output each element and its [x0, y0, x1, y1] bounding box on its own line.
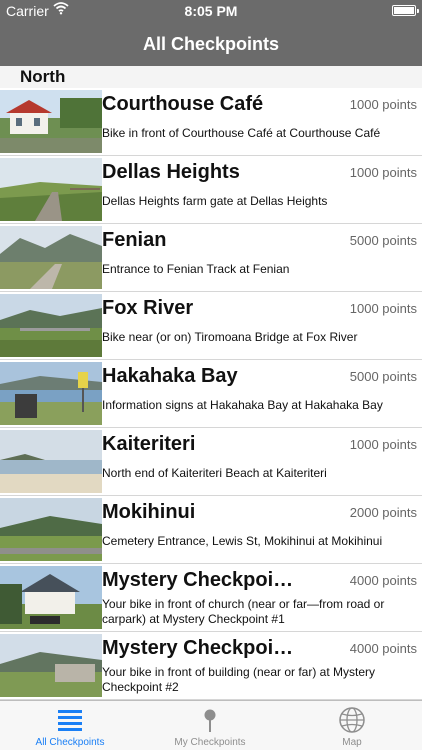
checkpoint-description: Bike near (or on) Tiromoana Bridge at Fo…: [102, 330, 358, 344]
section-header-north: North: [0, 66, 422, 88]
checkpoint-description: Information signs at Hakahaka Bay at Hak…: [102, 398, 383, 412]
checkpoint-points: 4000 points: [349, 641, 417, 656]
checkpoint-points: 4000 points: [349, 573, 417, 588]
checkpoint-description: Cemetery Entrance, Lewis St, Mokihinui a…: [102, 534, 383, 548]
checkpoint-points: 5000 points: [349, 369, 417, 384]
building-photo: [0, 634, 102, 697]
tab-label: All Checkpoints: [35, 737, 105, 748]
checkpoint-description: North end of Kaiteriteri Beach at Kaiter…: [102, 466, 327, 480]
checkpoint-row-fenian[interactable]: Fenian 5000 points Entrance to Fenian Tr…: [0, 224, 422, 292]
checkpoint-row-hakahaka-bay[interactable]: Hakahaka Bay 5000 points Information sig…: [0, 360, 422, 428]
checkpoint-title: Courthouse Café: [102, 93, 264, 115]
list-icon: [58, 710, 82, 731]
kaiteriteri-photo: [0, 430, 102, 493]
section-title: North: [20, 67, 66, 86]
checkpoint-title: Fenian: [102, 229, 167, 251]
checkpoint-row-fox-river[interactable]: Fox River 1000 points Bike near (or on) …: [0, 292, 422, 360]
checkpoint-description: Your bike in front of building (near or …: [102, 665, 376, 694]
checkpoint-row-mystery-1[interactable]: Mystery Checkpoint #1 4000 points Your b…: [0, 564, 422, 632]
checkpoint-title: Mystery Checkpoint #1: [102, 569, 302, 591]
checkpoint-title: Dellas Heights: [102, 161, 240, 183]
checkpoint-row-mystery-2[interactable]: Mystery Checkpoint #2 4000 points Your b…: [0, 632, 422, 700]
checkpoint-description: Bike in front of Courthouse Café at Cour…: [102, 126, 381, 140]
tab-my-checkpoints[interactable]: My Checkpoints: [140, 701, 280, 751]
mokihinui-photo: [0, 498, 102, 561]
hakahaka-bay-photo: [0, 362, 102, 425]
checkpoint-title: Mystery Checkpoint #2: [102, 637, 302, 659]
checkpoint-row-mokihinui[interactable]: Mokihinui 2000 points Cemetery Entrance,…: [0, 496, 422, 564]
checkpoint-description: Dellas Heights farm gate at Dellas Heigh…: [102, 194, 328, 208]
checkpoint-title: Hakahaka Bay: [102, 365, 238, 387]
checkpoint-row-dellas-heights[interactable]: Dellas Heights 1000 points Dellas Height…: [0, 156, 422, 224]
globe-icon: [339, 707, 365, 733]
navigation-bar: All Checkpoints: [0, 22, 422, 66]
checkpoint-list[interactable]: Courthouse Café 1000 points Bike in fron…: [0, 88, 422, 700]
tab-all-checkpoints[interactable]: All Checkpoints: [0, 701, 140, 751]
checkpoint-title: Kaiteriteri: [102, 433, 196, 455]
courthouse-cafe-photo: [0, 90, 102, 153]
fox-river-photo: [0, 294, 102, 357]
tab-label: My Checkpoints: [174, 737, 246, 748]
clock-time: 8:05 PM: [184, 3, 238, 19]
checkpoint-points: 1000 points: [349, 165, 417, 180]
pin-icon: [204, 709, 216, 732]
dellas-heights-photo: [0, 158, 102, 221]
checkpoint-row-kaiteriteri[interactable]: Kaiteriteri 1000 points North end of Kai…: [0, 428, 422, 496]
battery-icon: [392, 5, 419, 16]
page-title: All Checkpoints: [142, 34, 280, 54]
checkpoint-points: 1000 points: [349, 97, 417, 112]
checkpoint-title: Mokihinui: [102, 501, 196, 523]
tab-map[interactable]: Map: [282, 701, 422, 751]
checkpoint-row-courthouse-cafe[interactable]: Courthouse Café 1000 points Bike in fron…: [0, 88, 422, 156]
status-bar: Carrier 8:05 PM: [0, 0, 422, 22]
church-photo: [0, 566, 102, 629]
tab-label: Map: [342, 737, 362, 748]
checkpoint-points: 5000 points: [349, 233, 417, 248]
checkpoint-points: 2000 points: [349, 505, 417, 520]
checkpoint-points: 1000 points: [349, 437, 417, 452]
checkpoint-description: Entrance to Fenian Track at Fenian: [102, 262, 290, 276]
checkpoint-points: 1000 points: [349, 301, 417, 316]
tab-bar: All Checkpoints My Checkpoints Map: [0, 700, 422, 750]
checkpoint-description: Your bike in front of church (near or fa…: [102, 597, 385, 626]
fenian-photo: [0, 226, 102, 289]
checkpoint-title: Fox River: [102, 297, 194, 319]
